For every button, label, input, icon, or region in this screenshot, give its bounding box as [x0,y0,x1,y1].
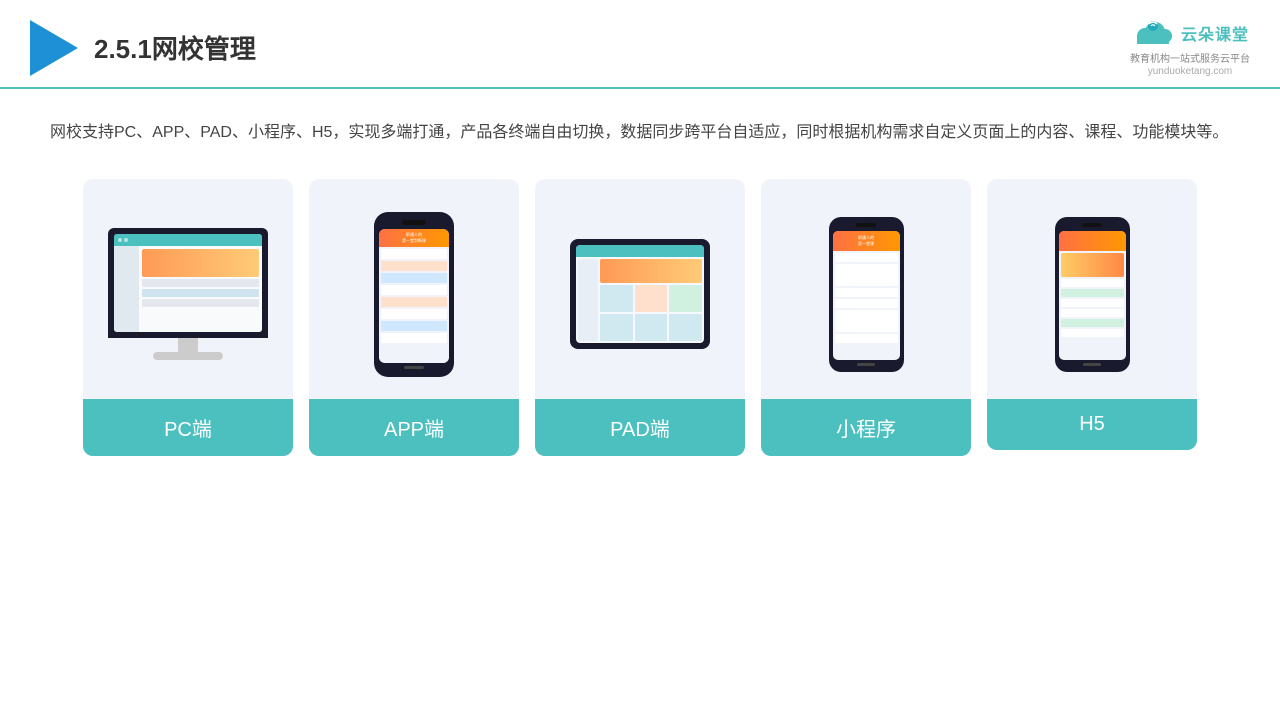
miniprogram-phone-icon: 职通人的第一堂课 [829,217,904,372]
pc-monitor-icon [108,228,268,360]
brand-logo: 云朵课堂 [1131,18,1249,48]
card-pad: PAD端 [535,179,745,456]
cloud-icon [1131,18,1175,48]
header-left: 2.5.1网校管理 [30,20,256,76]
page-title: 2.5.1网校管理 [94,29,256,66]
app-phone-icon: 职通人的第一堂判断课 [374,212,454,377]
card-label-app: APP端 [309,399,519,456]
brand-tagline: 教育机构一站式服务云平台 [1130,50,1250,65]
h5-phone-icon [1055,217,1130,372]
description-text: 网校支持PC、APP、PAD、小程序、H5，实现多端打通，产品各终端自由切换，数… [50,117,1230,149]
card-app: 职通人的第一堂判断课 [309,179,519,456]
card-image-pc [83,179,293,399]
brand-name: 云朵课堂 [1181,21,1249,45]
card-label-h5: H5 [987,399,1197,450]
header: 2.5.1网校管理 云朵课堂 教育机构一站式服务云平台 yunduoketang… [0,0,1280,89]
card-h5: H5 [987,179,1197,450]
card-image-h5 [987,179,1197,399]
card-image-pad [535,179,745,399]
cards-container: PC端 职通人的第一堂判断课 [50,179,1230,456]
card-pc: PC端 [83,179,293,456]
logo-triangle-icon [30,20,78,76]
card-image-miniprogram: 职通人的第一堂课 [761,179,971,399]
card-miniprogram: 职通人的第一堂课 小程序 [761,179,971,456]
header-brand: 云朵课堂 教育机构一站式服务云平台 yunduoketang.com [1130,18,1250,77]
pad-tablet-icon [570,239,710,349]
card-image-app: 职通人的第一堂判断课 [309,179,519,399]
brand-url: yunduoketang.com [1148,66,1233,77]
card-label-pc: PC端 [83,399,293,456]
card-label-pad: PAD端 [535,399,745,456]
card-label-miniprogram: 小程序 [761,399,971,456]
main-content: 网校支持PC、APP、PAD、小程序、H5，实现多端打通，产品各终端自由切换，数… [0,89,1280,476]
